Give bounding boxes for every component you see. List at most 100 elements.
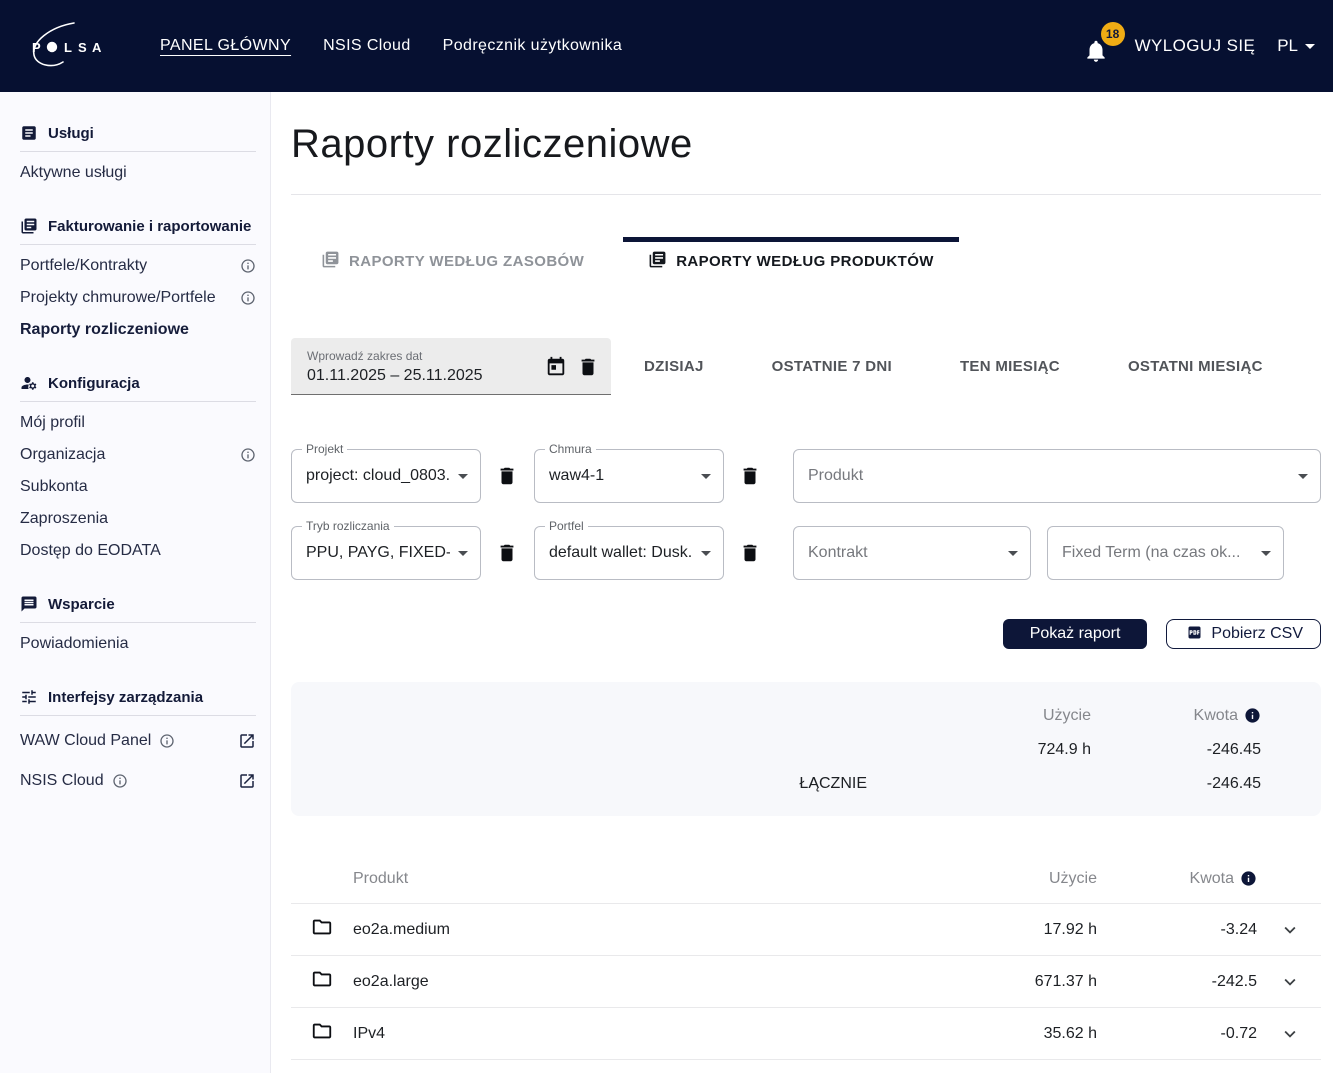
notifications-button[interactable]: 18 [1083, 26, 1117, 66]
nav-link[interactable]: Podręcznik użytkownika [443, 37, 623, 55]
library-icon [321, 250, 340, 273]
section-divider [20, 622, 256, 623]
clear-date-button[interactable] [577, 356, 599, 378]
product-name: eo2a.large [353, 973, 897, 991]
trash-icon [496, 465, 518, 487]
cloud-select[interactable]: Chmura waw4-1 [534, 449, 724, 503]
pdf-file-icon [1184, 625, 1202, 643]
nav-link[interactable]: PANEL GŁÓWNY [160, 37, 291, 55]
sidebar-section-title: Wsparcie [48, 596, 115, 613]
dropdown-arrow-icon [458, 551, 468, 556]
table-row[interactable]: IPv4 35.62 h -0.72 [291, 1008, 1321, 1060]
sidebar-item[interactable]: Powiadomienia [20, 628, 256, 660]
notification-badge: 18 [1101, 22, 1125, 46]
product-select[interactable]: Produkt [793, 449, 1321, 503]
summary-panel: Użycie Kwota 724.9 h -246.45 ŁĄCZNIE -24… [291, 682, 1321, 816]
table-row[interactable]: eo2a.medium 17.92 h -3.24 [291, 904, 1321, 956]
quick-range-button[interactable]: DZISIAJ [644, 358, 704, 375]
summary-amount-subtotal: -246.45 [1091, 733, 1261, 766]
quick-range-button[interactable]: TEN MIESIĄC [960, 358, 1060, 375]
trash-icon [577, 356, 599, 378]
sidebar-section: Fakturowanie i raportowanie Portfele/Kon… [20, 215, 256, 346]
billing-mode-value: PPU, PAYG, FIXED-T... [306, 544, 450, 562]
fixed-term-select[interactable]: Fixed Term (na czas ok... [1047, 526, 1284, 580]
main-content: Raporty rozliczeniowe RAPORTY WEDŁUG ZAS… [271, 92, 1333, 1073]
dropdown-arrow-icon [701, 551, 711, 556]
cloud-select-label: Chmura [545, 442, 596, 456]
download-csv-button[interactable]: Pobierz CSV [1166, 619, 1321, 649]
main-nav: PANEL GŁÓWNY NSIS Cloud Podręcznik użytkow… [160, 37, 622, 55]
product-name: IPv4 [353, 1025, 897, 1043]
page-title: Raporty rozliczeniowe [291, 122, 1321, 166]
billing-mode-select[interactable]: Tryb rozliczania PPU, PAYG, FIXED-T... [291, 526, 481, 580]
dropdown-arrow-icon [701, 474, 711, 479]
report-tab[interactable]: RAPORTY WEDŁUG PRODUKTÓW [623, 237, 959, 286]
report-tabs: RAPORTY WEDŁUG ZASOBÓW RAPORTY WEDŁUG PR… [291, 237, 1321, 286]
sidebar-item[interactable]: NSIS Cloud [20, 761, 256, 801]
filter-row-2: Tryb rozliczania PPU, PAYG, FIXED-T... P… [291, 526, 1321, 580]
contract-select[interactable]: Kontrakt [793, 526, 1031, 580]
filter-row-1: Projekt project: cloud_0803... Chmura wa… [291, 449, 1321, 503]
table-row[interactable]: eo2a.large 671.37 h -242.5 [291, 956, 1321, 1008]
sidebar-section: Wsparcie Powiadomienia [20, 593, 256, 660]
clear-billing-mode-button[interactable] [496, 542, 518, 564]
sidebar-item[interactable]: Raporty rozliczeniowe [20, 314, 256, 346]
polsa-logo[interactable]: P L S A [28, 19, 146, 73]
chevron-down-icon[interactable] [1257, 919, 1301, 941]
external-link-icon[interactable] [238, 772, 256, 790]
logout-button[interactable]: WYLOGUJ SIĘ [1135, 36, 1256, 56]
sidebar-item-label: Portfele/Kontrakty [20, 257, 147, 275]
info-icon[interactable] [1244, 707, 1261, 724]
info-icon[interactable] [112, 773, 128, 789]
dropdown-arrow-icon [1261, 551, 1271, 556]
dropdown-arrow-icon [1298, 474, 1308, 479]
sidebar-item[interactable]: Organizacja [20, 439, 256, 471]
sidebar-item[interactable]: WAW Cloud Panel [20, 721, 256, 761]
sidebar-section: Interfejsy zarządzania WAW Cloud Panel N… [20, 686, 256, 801]
info-icon[interactable] [240, 290, 256, 306]
report-tab-label: RAPORTY WEDŁUG PRODUKTÓW [676, 253, 934, 270]
info-icon[interactable] [159, 733, 175, 749]
product-amount: -3.24 [1097, 921, 1257, 939]
info-icon[interactable] [240, 447, 256, 463]
clear-project-button[interactable] [496, 465, 518, 487]
folder-icon [311, 1020, 353, 1047]
sidebar-item[interactable]: Subkonta [20, 471, 256, 503]
info-icon[interactable] [1240, 870, 1257, 887]
project-select[interactable]: Projekt project: cloud_0803... [291, 449, 481, 503]
chevron-down-icon[interactable] [1257, 971, 1301, 993]
date-range-input[interactable]: Wprowadź zakres dat 01.11.2025 – 25.11.2… [291, 338, 611, 395]
info-icon[interactable] [240, 258, 256, 274]
sidebar-item-label: WAW Cloud Panel [20, 732, 151, 750]
clear-wallet-button[interactable] [739, 542, 761, 564]
external-link-icon[interactable] [238, 732, 256, 750]
product-select-placeholder: Produkt [808, 467, 1290, 485]
language-selector[interactable]: PL [1277, 36, 1315, 56]
product-usage: 35.62 h [897, 1025, 1097, 1043]
summary-amount-header: Kwota [1091, 699, 1261, 732]
sidebar-item[interactable]: Aktywne usługi [20, 157, 256, 189]
clear-cloud-button[interactable] [739, 465, 761, 487]
calendar-icon [545, 356, 567, 378]
summary-amount-total: -246.45 [1091, 767, 1261, 800]
col-amount-header: Kwota [1097, 870, 1257, 888]
download-csv-label: Pobierz CSV [1211, 625, 1303, 643]
quick-range-button[interactable]: OSTATNI MIESIĄC [1128, 358, 1263, 375]
sidebar-item-label: Powiadomienia [20, 635, 129, 653]
nav-link[interactable]: NSIS Cloud [323, 37, 411, 55]
sidebar-item[interactable]: Zaproszenia [20, 503, 256, 535]
chevron-down-icon[interactable] [1257, 1023, 1301, 1045]
billing-mode-label: Tryb rozliczania [302, 519, 394, 533]
top-navbar: P L S A PANEL GŁÓWNY NSIS Cloud Podręcznik… [0, 0, 1333, 92]
sidebar-item-label: Mój profil [20, 414, 85, 432]
sidebar-item[interactable]: Projekty chmurowe/Portfele [20, 282, 256, 314]
sidebar-item[interactable]: Portfele/Kontrakty [20, 250, 256, 282]
wallet-select[interactable]: Portfel default wallet: Dusk... [534, 526, 724, 580]
calendar-button[interactable] [545, 356, 567, 378]
quick-range-button[interactable]: OSTATNIE 7 DNI [772, 358, 892, 375]
show-report-button[interactable]: Pokaż raport [1003, 619, 1148, 649]
sidebar-item[interactable]: Mój profil [20, 407, 256, 439]
sidebar-item[interactable]: Dostęp do EODATA [20, 535, 256, 567]
product-usage: 671.37 h [897, 973, 1097, 991]
report-tab[interactable]: RAPORTY WEDŁUG ZASOBÓW [296, 237, 609, 286]
